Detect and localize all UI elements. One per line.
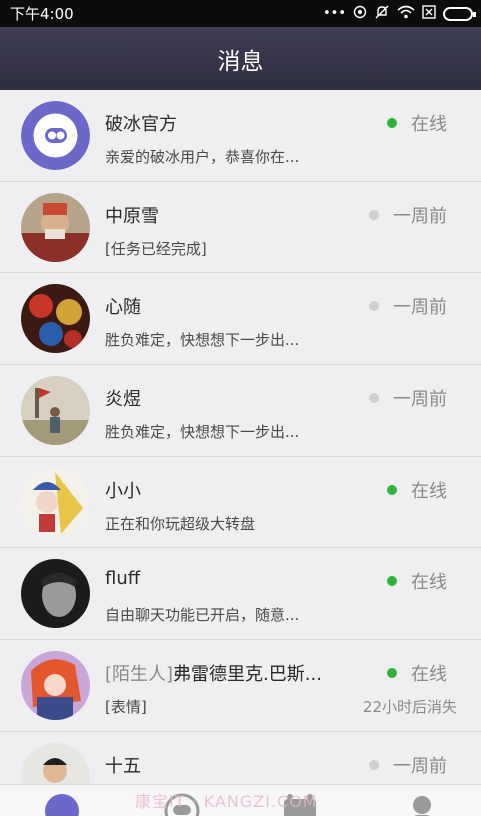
bottom-nav: 康宝IT · KANGZI.COM bbox=[0, 784, 481, 816]
more-dots-icon: ••• bbox=[322, 6, 346, 21]
conversation-preview: [表情] bbox=[105, 698, 147, 717]
online-dot-icon bbox=[387, 668, 397, 679]
presence-status: 一周前 bbox=[369, 293, 447, 319]
presence-status: 在线 bbox=[387, 110, 447, 136]
avatar bbox=[21, 742, 90, 784]
conversation-preview: [任务已经完成] bbox=[105, 239, 207, 258]
presence-label: 一周前 bbox=[393, 297, 447, 319]
conversation-name: 中原雪 bbox=[105, 205, 159, 227]
profile-tab-icon[interactable] bbox=[402, 791, 442, 816]
conversation-row[interactable]: [陌生人]弗雷德里克.巴斯... [表情] 在线 22小时后消失 bbox=[0, 640, 481, 732]
online-dot-icon bbox=[387, 484, 397, 495]
conversation-name: 十五 bbox=[105, 755, 141, 777]
avatar bbox=[21, 467, 90, 537]
conversation-name: 心随 bbox=[105, 297, 141, 319]
avatar bbox=[21, 376, 90, 446]
status-icons: ••• bbox=[322, 4, 476, 23]
conversation-name: 小小 bbox=[105, 480, 141, 502]
conversation-row[interactable]: 十五 一周前 bbox=[0, 731, 481, 784]
presence-label: 一周前 bbox=[393, 389, 447, 411]
conversation-preview: 亲爱的破冰用户，恭喜你在... bbox=[105, 148, 300, 166]
avatar-photo bbox=[21, 651, 90, 721]
presence-status: 在线 bbox=[387, 477, 447, 503]
conversation-row[interactable]: 破冰官方 亲爱的破冰用户，恭喜你在... 在线 bbox=[0, 90, 481, 182]
offline-dot-icon bbox=[369, 759, 379, 770]
avatar-photo bbox=[21, 284, 90, 354]
battery-icon bbox=[443, 6, 476, 21]
avatar bbox=[21, 192, 90, 262]
avatar-photo bbox=[21, 742, 90, 784]
conversation-name-text: 弗雷德里克.巴斯... bbox=[173, 664, 322, 686]
avatar bbox=[21, 284, 90, 354]
expire-label: 22小时后消失 bbox=[362, 698, 457, 717]
avatar-photo bbox=[21, 467, 90, 537]
conversation-name: fluff bbox=[105, 568, 141, 590]
avatar bbox=[21, 651, 90, 721]
conversation-preview: 胜负难定，快想想下一步出... bbox=[105, 331, 300, 350]
page-title: 消息 bbox=[217, 48, 264, 75]
mute-icon bbox=[374, 4, 390, 23]
presence-label: 在线 bbox=[411, 664, 447, 686]
pobing-logo-icon bbox=[21, 101, 90, 170]
offline-dot-icon bbox=[369, 209, 379, 220]
conversation-preview: 胜负难定，快想想下一步出... bbox=[105, 423, 300, 442]
conversation-row[interactable]: 小小 正在和你玩超级大转盘 在线 bbox=[0, 456, 481, 549]
online-dot-icon bbox=[387, 576, 397, 587]
status-bar: 下午4:00 ••• bbox=[0, 0, 481, 27]
presence-status: 一周前 bbox=[369, 752, 447, 778]
presence-label: 在线 bbox=[411, 480, 447, 502]
header-bar: 消息 bbox=[0, 27, 481, 90]
hotspot-icon bbox=[353, 5, 367, 22]
conversation-row[interactable]: 炎煜 胜负难定，快想想下一步出... 一周前 bbox=[0, 365, 481, 457]
conversation-preview: 正在和你玩超级大转盘 bbox=[105, 514, 256, 533]
presence-status: 在线 bbox=[387, 568, 447, 594]
messages-tab-icon[interactable] bbox=[42, 791, 82, 816]
conversation-row[interactable]: fluff 自由聊天功能已开启，随意... 在线 bbox=[0, 548, 481, 641]
offline-dot-icon bbox=[369, 393, 379, 404]
presence-status: 在线 bbox=[387, 660, 447, 686]
wifi-icon bbox=[397, 5, 415, 22]
avatar-photo bbox=[21, 559, 90, 629]
conversation-name: 炎煜 bbox=[105, 389, 141, 411]
conversation-preview: 自由聊天功能已开启，随意... bbox=[105, 606, 300, 625]
avatar bbox=[21, 101, 90, 170]
watermark-text: 康宝IT · KANGZI.COM bbox=[135, 792, 318, 811]
presence-status: 一周前 bbox=[369, 385, 447, 411]
conversation-row[interactable]: 中原雪 [任务已经完成] 一周前 bbox=[0, 181, 481, 274]
conversation-row[interactable]: 心随 胜负难定，快想想下一步出... 一周前 bbox=[0, 273, 481, 366]
conversation-name: [陌生人]弗雷德里克.巴斯... bbox=[105, 660, 322, 686]
avatar-photo bbox=[21, 376, 90, 446]
online-dot-icon bbox=[387, 118, 397, 128]
offline-dot-icon bbox=[369, 301, 379, 312]
sim-icon bbox=[422, 5, 436, 22]
presence-label: 一周前 bbox=[393, 205, 447, 227]
presence-label: 一周前 bbox=[393, 755, 447, 777]
presence-label: 在线 bbox=[411, 572, 447, 594]
presence-status: 一周前 bbox=[369, 202, 447, 228]
conversation-list: 破冰官方 亲爱的破冰用户，恭喜你在... 在线 中原雪 [任务已经完成] 一周前 bbox=[0, 90, 481, 784]
avatar-photo bbox=[21, 192, 90, 262]
conversation-name: 破冰官方 bbox=[105, 114, 177, 135]
avatar bbox=[21, 559, 90, 629]
status-time: 下午4:00 bbox=[10, 5, 74, 23]
presence-label: 在线 bbox=[411, 114, 447, 135]
stranger-tag: [陌生人] bbox=[105, 664, 174, 686]
